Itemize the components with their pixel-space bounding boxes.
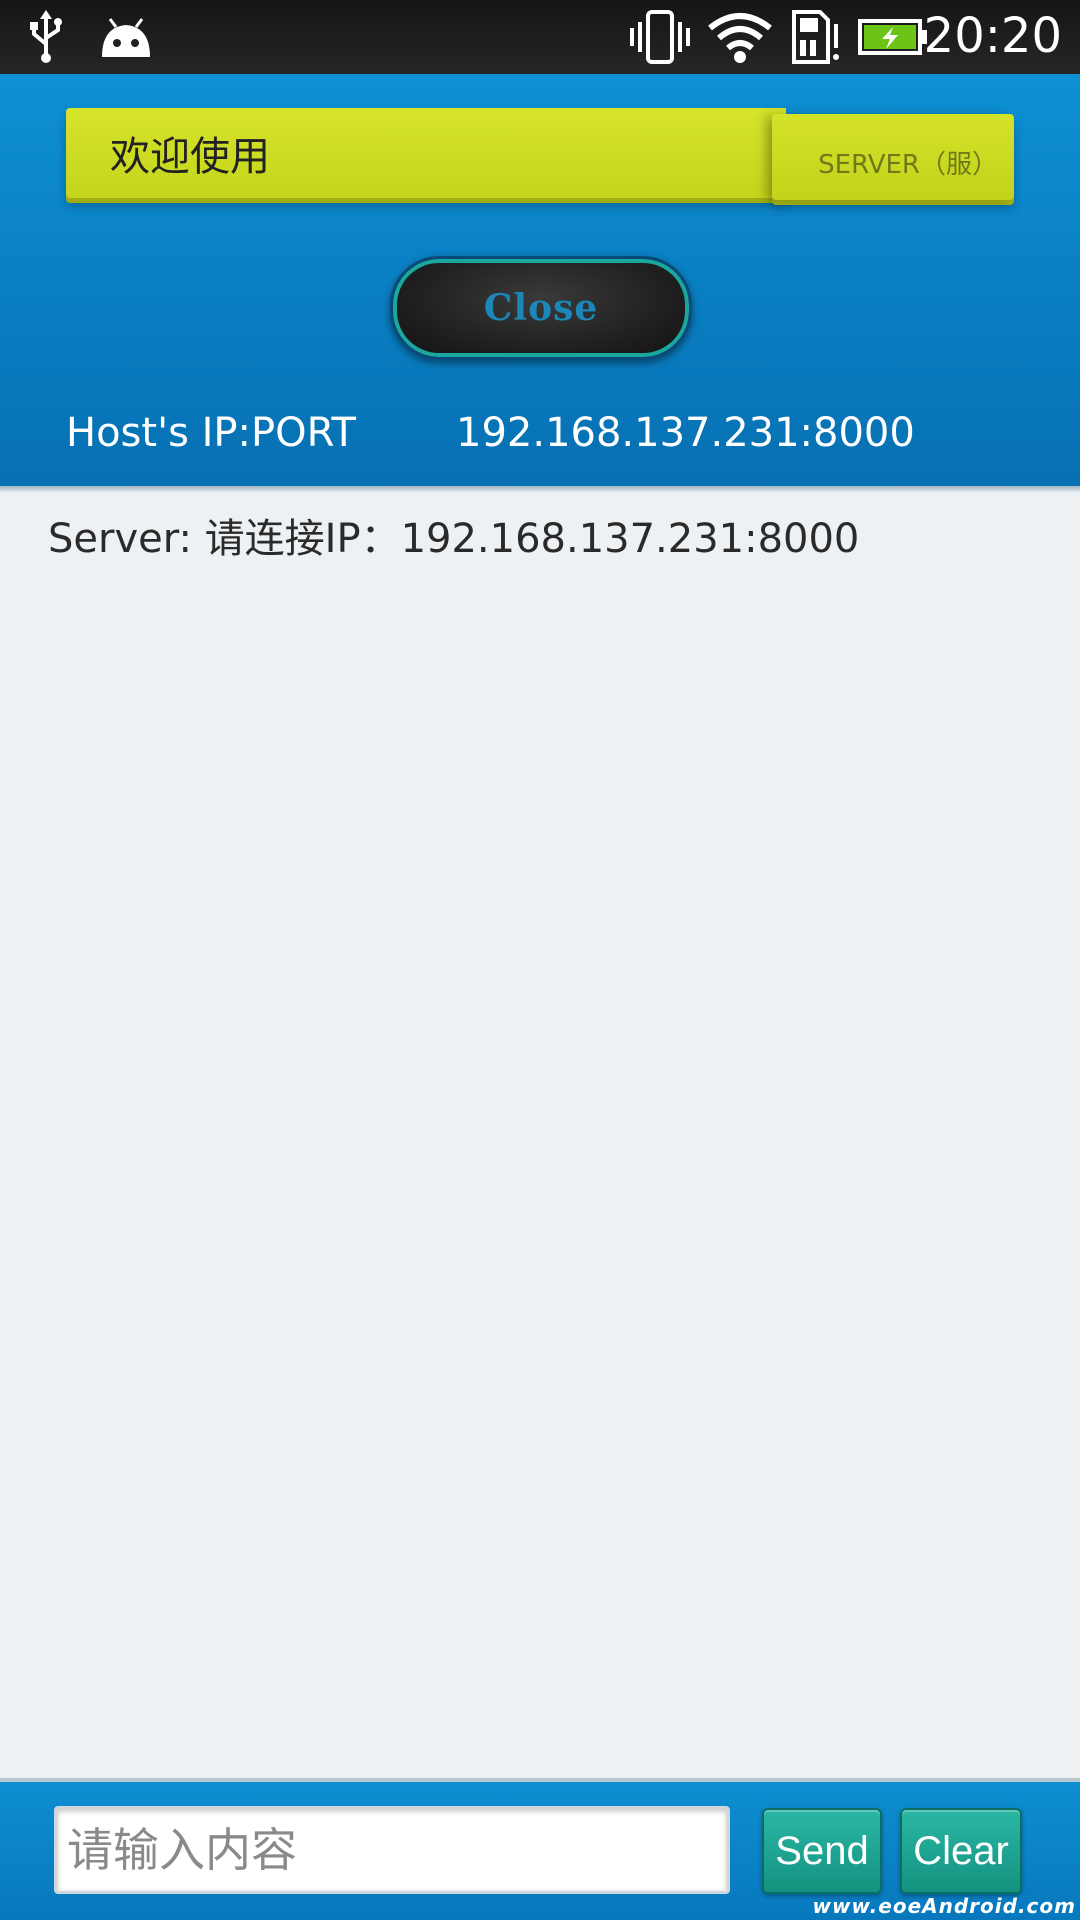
- app-title: 欢迎使用: [110, 134, 270, 180]
- close-button[interactable]: Close: [390, 256, 692, 360]
- server-mode-label: SERVER（服）: [818, 150, 998, 180]
- watermark: www.eoeAndroid.com: [812, 1894, 1076, 1918]
- host-ip-port-value: 192.168.137.231:8000: [456, 410, 915, 456]
- vibrate-icon: [628, 10, 692, 64]
- message-input[interactable]: [54, 1806, 730, 1894]
- status-time: 20:20: [923, 8, 1062, 64]
- header: 欢迎使用 SERVER（服） Close Host's IP:PORT 192.…: [0, 74, 1080, 486]
- android-debug-icon: [96, 10, 156, 64]
- clear-button[interactable]: Clear: [900, 1808, 1022, 1894]
- message-log[interactable]: Server: 请连接IP：192.168.137.231:8000: [0, 492, 1080, 1778]
- sd-card-icon: [790, 10, 842, 64]
- title-bar-main: 欢迎使用: [66, 108, 786, 198]
- wifi-icon: [706, 10, 774, 64]
- server-mode-tab[interactable]: SERVER（服）: [772, 114, 1014, 200]
- title-bar: 欢迎使用 SERVER（服）: [66, 108, 1014, 200]
- status-bar: 20:20: [0, 0, 1080, 74]
- battery-charging-icon: [858, 10, 928, 64]
- message-line: Server: 请连接IP：192.168.137.231:8000: [48, 516, 860, 562]
- host-ip-port-label: Host's IP:PORT: [66, 410, 356, 456]
- close-button-label: Close: [483, 287, 599, 329]
- send-button[interactable]: Send: [762, 1808, 882, 1894]
- input-bar: Send Clear www.eoeAndroid.com: [0, 1778, 1080, 1920]
- usb-icon: [26, 10, 66, 64]
